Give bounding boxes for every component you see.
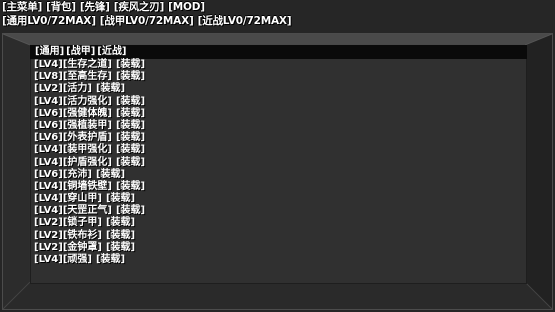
skill-name: [LV6][强植装甲] [34, 119, 112, 131]
skill-name: [LV2][活力] [34, 83, 92, 95]
equip-button[interactable]: [装载] [96, 254, 125, 265]
menu-item-1[interactable]: [背包] [46, 1, 76, 13]
level-readout-0[interactable]: [通用LV0/72MAX] [2, 15, 96, 27]
equip-button[interactable]: [装载] [116, 205, 145, 216]
equip-button[interactable]: [装载] [106, 242, 135, 253]
skill-name: [LV6][外表护盾] [34, 132, 112, 144]
equip-button[interactable]: [装载] [106, 230, 135, 241]
equip-button[interactable]: [装载] [116, 157, 145, 168]
equip-button[interactable]: [装载] [116, 96, 145, 107]
tab-1[interactable]: [战甲] [66, 46, 95, 57]
tab-0[interactable]: [通用] [35, 46, 64, 57]
skill-row: [LV2][铁布衫] [装载] [34, 230, 145, 242]
skill-name: [LV4][铜墙铁壁] [34, 180, 112, 192]
skill-row: [LV2][金钟罩] [装载] [34, 242, 145, 254]
skill-row: [LV4][活力强化] [装载] [34, 96, 145, 108]
skill-name: [LV4][天罡正气] [34, 205, 112, 217]
skill-row: [LV6][强健体魄] [装载] [34, 108, 145, 120]
equip-button[interactable]: [装载] [106, 217, 135, 228]
equip-button[interactable]: [装载] [116, 108, 145, 119]
level-status-bar: [通用LV0/72MAX] [战甲LV0/72MAX] [近战LV0/72MAX] [2, 14, 295, 28]
skill-name: [LV2][金钟罩] [34, 241, 102, 253]
skill-row: [LV4][顽强] [装载] [34, 254, 145, 266]
equip-button[interactable]: [装载] [116, 181, 145, 192]
equip-button[interactable]: [装载] [116, 71, 145, 82]
skill-name: [LV4][护盾强化] [34, 156, 112, 168]
level-readout-1[interactable]: [战甲LV0/72MAX] [100, 15, 194, 27]
skill-name: [LV4][生存之道] [34, 59, 112, 70]
top-menu-bar: [主菜单] [背包] [先锋] [疾风之刃] [MOD] [2, 0, 209, 14]
skill-row: [LV8][至高生存] [装载] [34, 71, 145, 83]
skill-row: [LV6][充沛] [装载] [34, 169, 145, 181]
skill-row: [LV4][护盾强化] [装载] [34, 157, 145, 169]
skill-name: [LV2][铁布衫] [34, 229, 102, 241]
skill-name: [LV6][强健体魄] [34, 107, 112, 119]
skill-row: [LV4][铜墙铁壁] [装载] [34, 181, 145, 193]
skill-name: [LV4][顽强] [34, 254, 92, 265]
tab-bar: [通用] [战甲] [近战] [30, 45, 527, 59]
skill-row: [LV4][生存之道] [装载] [34, 59, 145, 71]
tabs: [通用] [战甲] [近战] [35, 45, 128, 59]
skill-name: [LV6][充沛] [34, 168, 92, 180]
menu-item-4[interactable]: [MOD] [168, 1, 205, 13]
skill-row: [LV4][天罡正气] [装载] [34, 205, 145, 217]
skill-panel: [通用] [战甲] [近战] [LV4][生存之道] [装载] [LV8][至高生存][… [30, 45, 527, 284]
skill-name: [LV4][活力强化] [34, 95, 112, 107]
menu-item-0[interactable]: [主菜单] [2, 1, 42, 13]
equip-button[interactable]: [装载] [116, 120, 145, 131]
skill-name: [LV8][至高生存] [34, 71, 112, 83]
tab-2[interactable]: [近战] [97, 46, 126, 57]
skill-name: [LV2][锁子甲] [34, 217, 102, 229]
equip-button[interactable]: [装载] [106, 193, 135, 204]
skill-row: [LV6][强植装甲] [装载] [34, 120, 145, 132]
equip-button[interactable]: [装载] [116, 59, 145, 70]
menu-item-2[interactable]: [先锋] [80, 1, 110, 13]
skill-row: [LV4][装甲强化] [装载] [34, 144, 145, 156]
menu-item-3[interactable]: [疾风之刃] [114, 1, 165, 13]
skill-list: [LV4][生存之道] [装载] [LV8][至高生存] [装载] [LV2][活力][… [34, 59, 145, 266]
skill-row: [LV6][外表护盾] [装载] [34, 132, 145, 144]
skill-row: [LV2][活力] [装载] [34, 83, 145, 95]
equip-button[interactable]: [装载] [96, 83, 125, 94]
skill-name: [LV4][装甲强化] [34, 144, 112, 156]
equip-button[interactable]: [装载] [116, 144, 145, 155]
skill-name: [LV4][穿山甲] [34, 193, 102, 205]
skill-row: [LV2][锁子甲] [装载] [34, 217, 145, 229]
skill-row: [LV4][穿山甲] [装载] [34, 193, 145, 205]
level-readout-2[interactable]: [近战LV0/72MAX] [198, 15, 292, 27]
equip-button[interactable]: [装载] [96, 169, 125, 180]
equip-button[interactable]: [装载] [116, 132, 145, 143]
skill-window: [通用] [战甲] [近战] [LV4][生存之道] [装载] [LV8][至高生存][… [2, 33, 553, 310]
